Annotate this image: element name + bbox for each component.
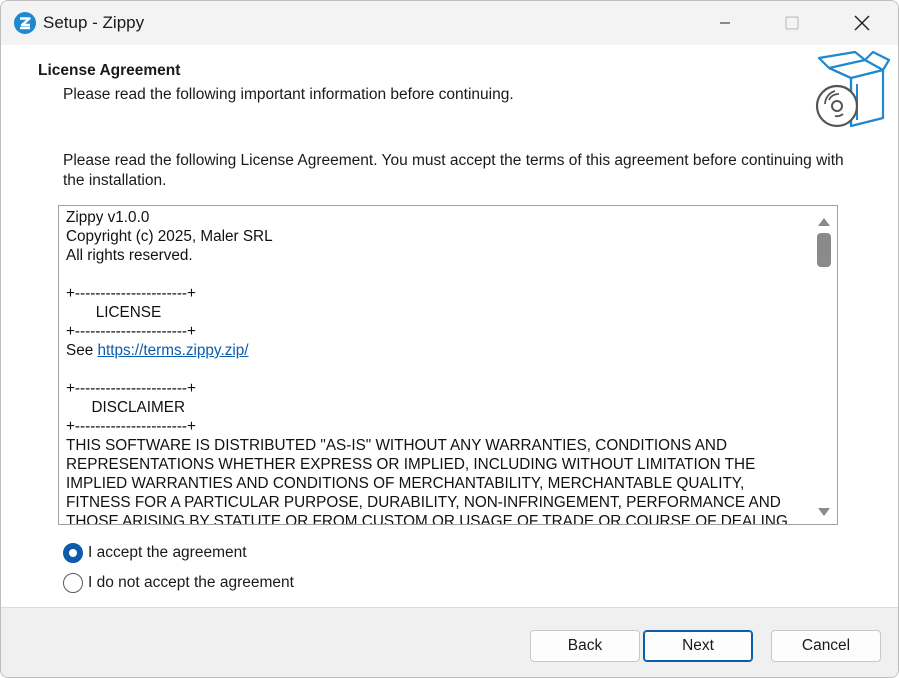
scrollbar-thumb[interactable] <box>817 233 831 267</box>
back-button[interactable]: Back <box>530 630 640 662</box>
license-line: THIS SOFTWARE IS DISTRIBUTED "AS-IS" WIT… <box>66 437 728 454</box>
instruction-text: Please read the following License Agreem… <box>63 152 844 189</box>
wizard-footer: Back Next Cancel <box>1 607 898 677</box>
cancel-button[interactable]: Cancel <box>771 630 881 662</box>
decline-radio[interactable] <box>63 573 83 593</box>
accept-radio[interactable] <box>63 543 83 563</box>
license-line: Zippy v1.0.0 <box>66 209 150 226</box>
title-bar[interactable]: Setup - Zippy <box>1 1 898 45</box>
license-line: THOSE ARISING BY STATUTE OR FROM CUSTOM … <box>66 513 788 525</box>
box-disc-icon <box>815 50 891 128</box>
maximize-icon <box>785 16 799 30</box>
license-link[interactable]: https://terms.zippy.zip/ <box>97 342 248 359</box>
decline-option[interactable]: I do not accept the agreement <box>63 573 294 593</box>
close-button[interactable] <box>839 1 885 45</box>
license-line: +----------------------+ <box>66 380 196 397</box>
license-line: +----------------------+ <box>66 418 196 435</box>
page-subtitle: Please read the following important info… <box>63 86 514 103</box>
license-line: All rights reserved. <box>66 247 193 264</box>
license-textbox[interactable]: Zippy v1.0.0 Copyright (c) 2025, Maler S… <box>58 205 838 525</box>
license-line: REPRESENTATIONS WHETHER EXPRESS OR IMPLI… <box>66 456 756 473</box>
scroll-down-arrow-icon[interactable] <box>818 508 830 516</box>
license-line: +----------------------+ <box>66 285 196 302</box>
license-text: Zippy v1.0.0 Copyright (c) 2025, Maler S… <box>66 208 811 525</box>
license-line: +----------------------+ <box>66 323 196 340</box>
license-line: IMPLIED WARRANTIES AND CONDITIONS OF MER… <box>66 475 745 492</box>
maximize-button[interactable] <box>769 1 815 45</box>
next-button[interactable]: Next <box>643 630 753 662</box>
license-line: Copyright (c) 2025, Maler SRL <box>66 228 273 245</box>
decline-label: I do not accept the agreement <box>88 574 294 591</box>
close-icon <box>854 15 870 31</box>
setup-window: Setup - Zippy License Agreement Please r… <box>0 0 899 678</box>
minimize-icon <box>720 22 730 24</box>
wizard-content: Please read the following License Agreem… <box>1 133 898 607</box>
scroll-up-arrow-icon[interactable] <box>818 218 830 226</box>
accept-option[interactable]: I accept the agreement <box>63 543 247 563</box>
license-line: DISCLAIMER <box>66 399 185 416</box>
license-line: FITNESS FOR A PARTICULAR PURPOSE, DURABI… <box>66 494 781 511</box>
accept-label: I accept the agreement <box>88 544 247 561</box>
window-title: Setup - Zippy <box>43 13 145 32</box>
zippy-app-icon <box>14 12 36 34</box>
license-line: LICENSE <box>66 304 162 321</box>
minimize-button[interactable] <box>702 1 748 45</box>
wizard-header: License Agreement Please read the follow… <box>1 45 898 133</box>
license-line: See <box>66 342 98 359</box>
license-scrollbar[interactable] <box>811 206 837 524</box>
page-title: License Agreement <box>38 62 181 79</box>
